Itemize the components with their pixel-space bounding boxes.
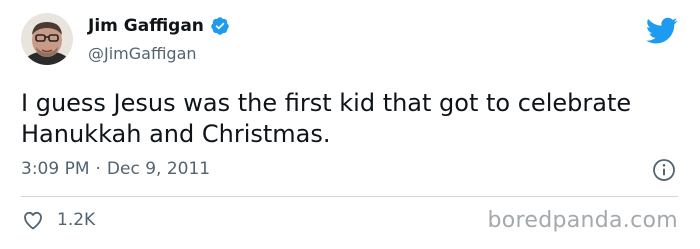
tweet-date: Dec 9, 2011 bbox=[106, 159, 211, 179]
author-name-row: Jim Gaffigan bbox=[88, 16, 230, 36]
avatar[interactable] bbox=[21, 13, 73, 65]
info-icon[interactable] bbox=[652, 158, 676, 182]
divider bbox=[21, 196, 678, 197]
author-name[interactable]: Jim Gaffigan bbox=[88, 16, 204, 36]
twitter-bird-icon[interactable] bbox=[645, 17, 678, 45]
like-action[interactable]: 1.2K bbox=[21, 208, 95, 232]
heart-icon[interactable] bbox=[21, 208, 45, 232]
avatar-image bbox=[21, 13, 73, 65]
like-count: 1.2K bbox=[57, 210, 96, 230]
watermark: boredpanda.com bbox=[487, 208, 678, 233]
tweet-time: 3:09 PM bbox=[21, 159, 90, 179]
author-handle[interactable]: @JimGaffigan bbox=[88, 44, 197, 63]
timestamp-separator: · bbox=[95, 159, 101, 179]
tweet-timestamp[interactable]: 3:09 PM · Dec 9, 2011 bbox=[21, 159, 210, 179]
verified-badge-icon bbox=[210, 16, 230, 36]
tweet-text: I guess Jesus was the first kid that got… bbox=[21, 89, 632, 148]
